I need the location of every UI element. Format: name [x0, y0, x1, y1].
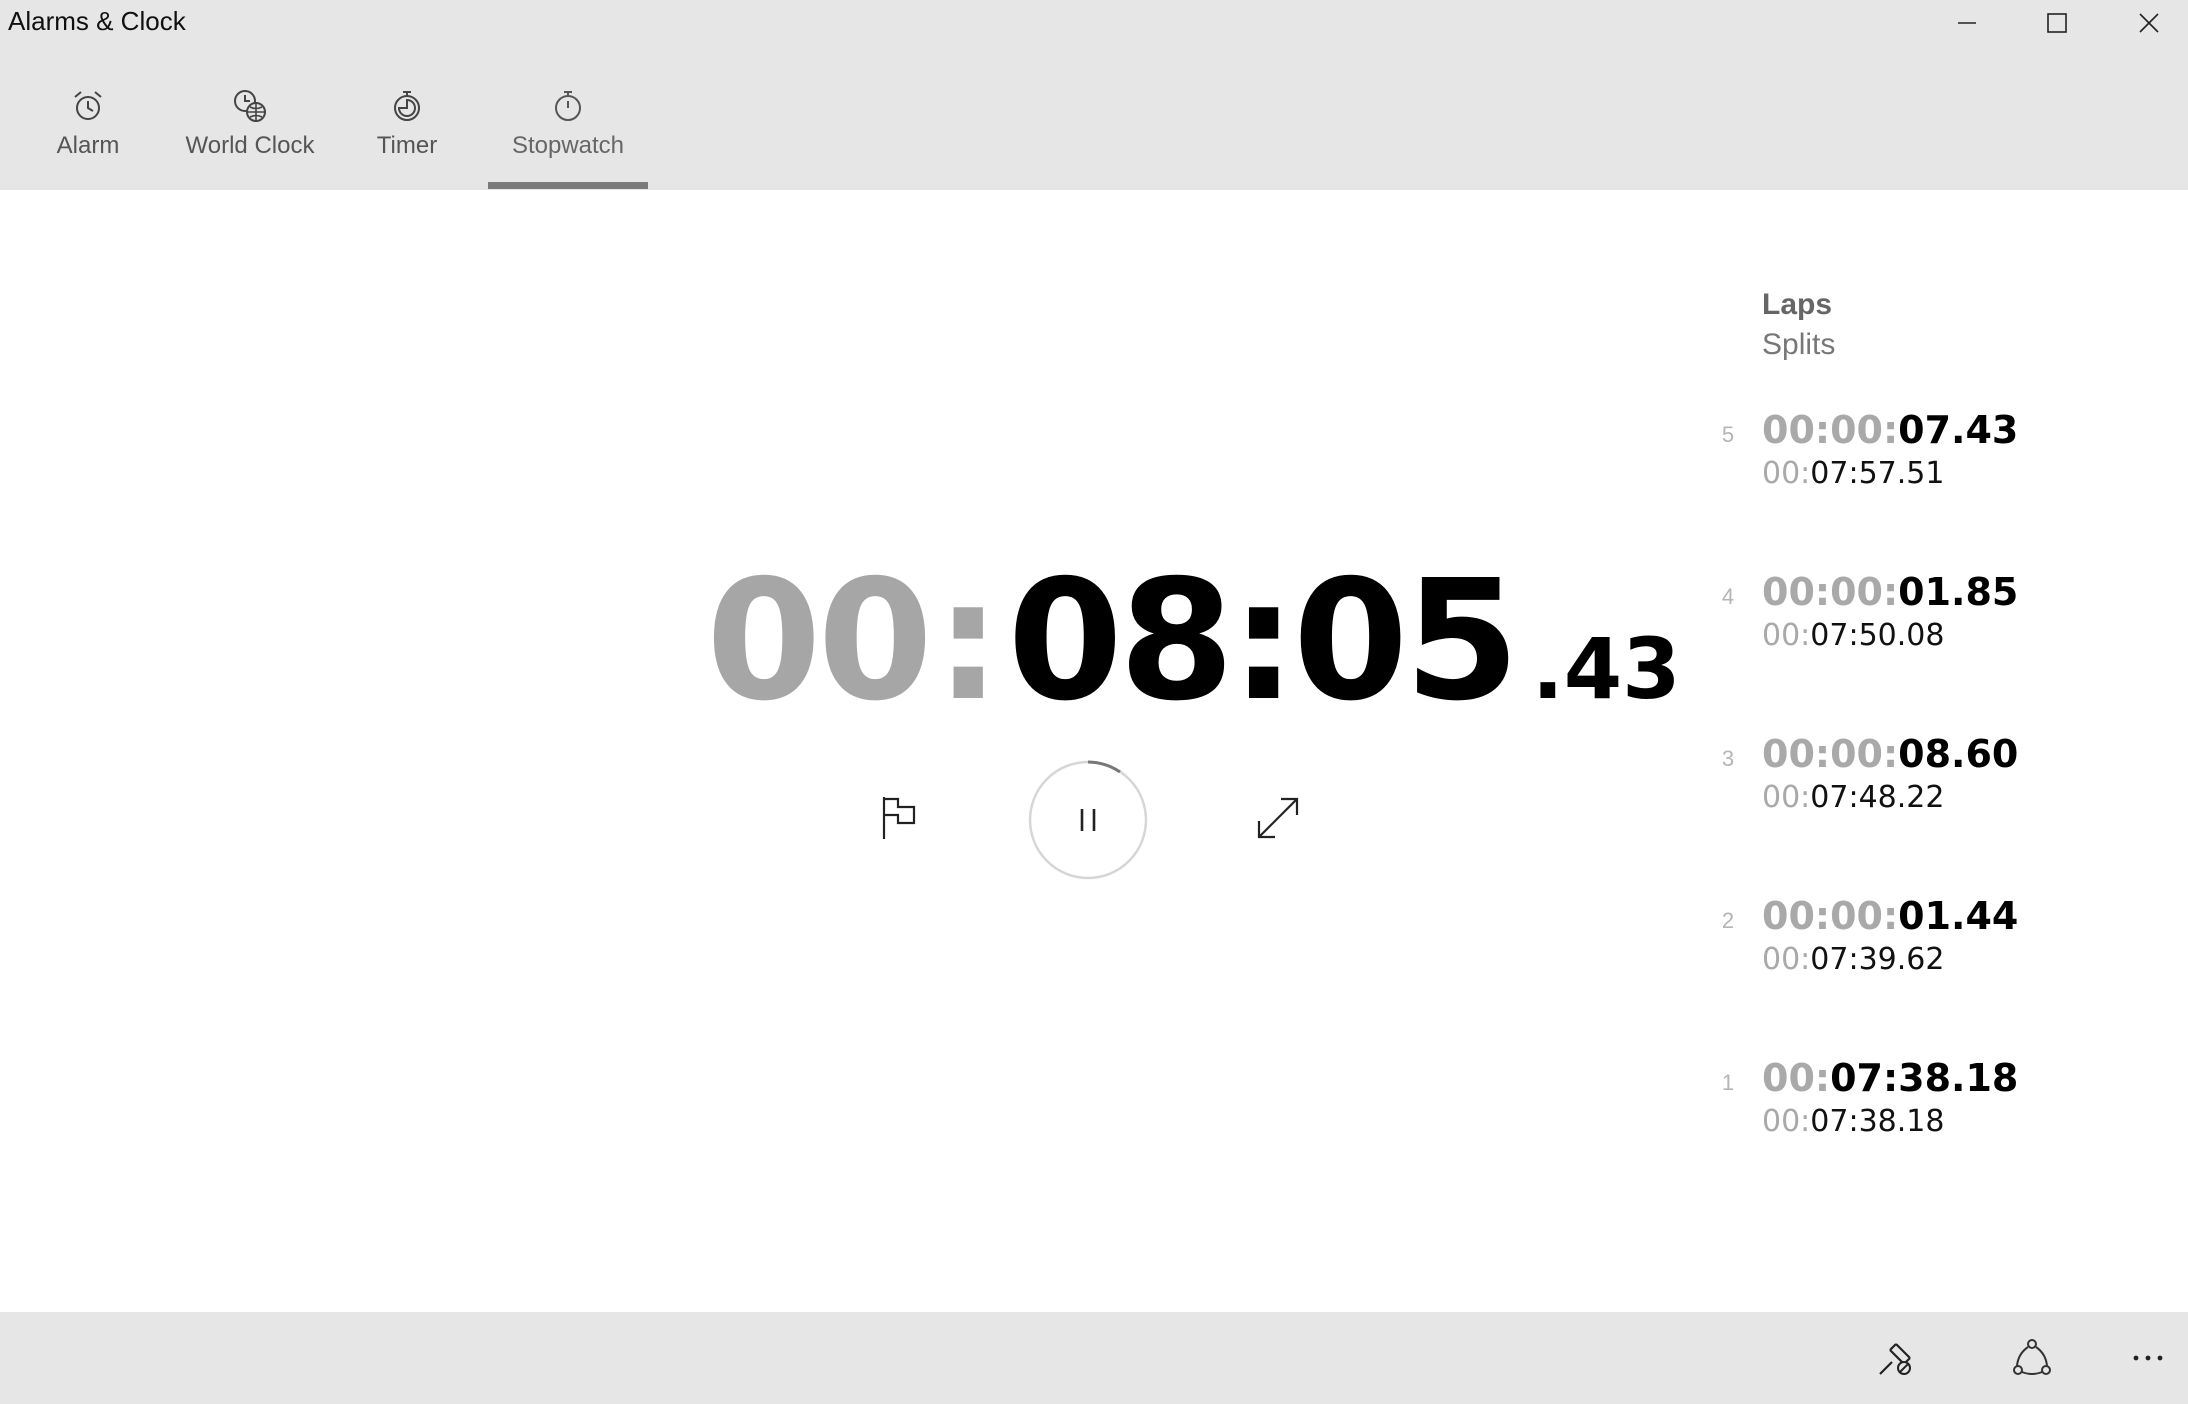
- tab-label: Alarm: [56, 132, 120, 159]
- tab-stopwatch[interactable]: Stopwatch: [488, 46, 648, 190]
- bottom-app-bar: [0, 1312, 2188, 1404]
- app-title: Alarms & Clock: [8, 6, 186, 36]
- split-time: 00:07:50.08: [1762, 618, 1945, 653]
- lap-time: 00:00:07.43: [1762, 408, 2019, 452]
- maximize-button[interactable]: [2012, 0, 2102, 46]
- lap-item: 4 00:00:01.85 00:07:50.08: [1718, 570, 2018, 670]
- unpin-icon: [1879, 1343, 1911, 1375]
- time-hours: 00: [706, 545, 933, 738]
- lap-number: 2: [1721, 908, 1735, 933]
- pin-button[interactable]: [1856, 1312, 1936, 1404]
- splits-header: Splits: [1762, 328, 1836, 361]
- lap-number: 5: [1721, 422, 1735, 447]
- lap-time: 00:07:38.18: [1762, 1056, 2019, 1100]
- time-minutes-seconds: 08:05: [1007, 545, 1519, 738]
- more-button[interactable]: [2108, 1312, 2188, 1404]
- lap-time: 00:00:01.44: [1762, 894, 2019, 938]
- tab-label: World Clock: [185, 132, 315, 159]
- tab-label: Timer: [376, 132, 438, 159]
- split-time: 00:07:57.51: [1762, 456, 1945, 491]
- lap-number: 3: [1721, 746, 1735, 771]
- split-time: 00:07:39.62: [1762, 942, 1945, 977]
- maximize-icon: [2047, 13, 2067, 33]
- share-button[interactable]: [1992, 1312, 2072, 1404]
- close-icon: [2139, 13, 2159, 33]
- expand-icon: [1257, 797, 1299, 839]
- pause-button[interactable]: [1026, 758, 1150, 882]
- lap-number: 4: [1721, 584, 1735, 609]
- share-icon: [2013, 1339, 2051, 1375]
- lap-item: 2 00:00:01.44 00:07:39.62: [1718, 894, 2018, 994]
- stopwatch-icon: [551, 88, 585, 124]
- stopwatch-time-display: 00 : 08:05 .43: [706, 545, 1681, 738]
- minimize-button[interactable]: [1922, 0, 2012, 46]
- time-hundredths: .43: [1531, 620, 1681, 718]
- timer-icon: [390, 88, 424, 124]
- lap-item: 1 00:07:38.18 00:07:38.18: [1718, 1056, 2018, 1156]
- lap-time: 00:00:01.85: [1762, 570, 2019, 614]
- lap-item: 5 00:00:07.43 00:07:57.51: [1718, 408, 2018, 508]
- lap-button[interactable]: [860, 778, 940, 858]
- tab-alarm[interactable]: Alarm: [38, 46, 138, 190]
- flag-icon: [882, 797, 916, 839]
- lap-number: 1: [1721, 1070, 1735, 1095]
- alarm-clock-icon: [71, 88, 105, 124]
- tab-world-clock[interactable]: World Clock: [180, 46, 320, 190]
- minimize-icon: [1958, 22, 1976, 24]
- split-time: 00:07:48.22: [1762, 780, 1945, 815]
- tab-label: Stopwatch: [511, 132, 625, 159]
- title-bar: Alarms & Clock: [0, 0, 2188, 46]
- lap-item: 3 00:00:08.60 00:07:48.22: [1718, 732, 2018, 832]
- close-button[interactable]: [2104, 0, 2188, 46]
- lap-time: 00:00:08.60: [1762, 732, 2019, 776]
- expand-button[interactable]: [1238, 778, 1318, 858]
- tab-timer[interactable]: Timer: [362, 46, 452, 190]
- active-tab-indicator: [488, 182, 648, 189]
- split-time: 00:07:38.18: [1762, 1104, 1945, 1139]
- tab-bar: Alarm World Clock Timer Stopwatch: [0, 46, 2188, 190]
- world-clock-icon: [232, 88, 268, 124]
- more-icon: [2133, 1355, 2163, 1361]
- time-separator: :: [935, 545, 1002, 738]
- laps-header: Laps: [1762, 288, 1833, 321]
